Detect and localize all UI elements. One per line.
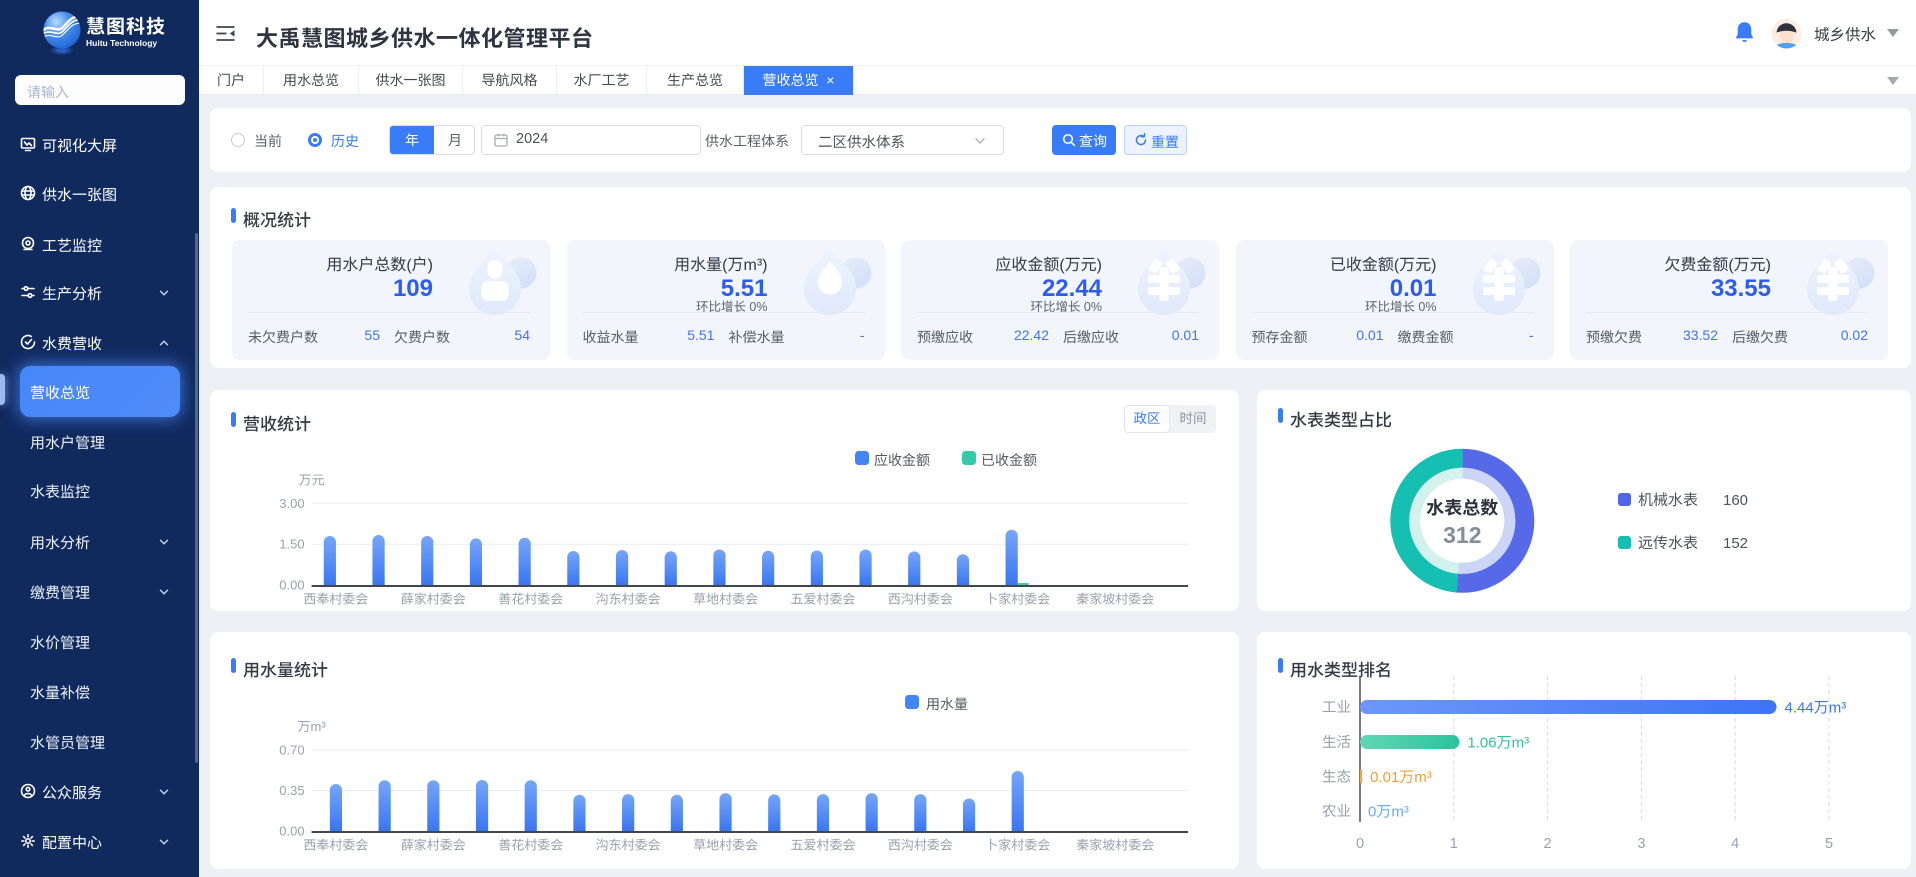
svg-text:薛家村委会: 薛家村委会	[401, 838, 466, 853]
svg-text:水表总数: 水表总数	[1426, 498, 1498, 518]
svg-text:远传水表: 远传水表	[1638, 535, 1698, 552]
svg-text:152: 152	[1723, 535, 1748, 552]
svg-text:草地村委会: 草地村委会	[693, 592, 758, 607]
svg-text:薛家村委会: 薛家村委会	[401, 592, 466, 607]
svg-text:西沟村委会: 西沟村委会	[888, 838, 953, 853]
svg-text:160: 160	[1723, 492, 1748, 509]
svg-text:西沟村委会: 西沟村委会	[888, 592, 953, 607]
svg-text:机械水表: 机械水表	[1638, 492, 1698, 509]
svg-text:善花村委会: 善花村委会	[498, 592, 563, 607]
svg-text:秦家坡村委会: 秦家坡村委会	[1076, 838, 1154, 853]
svg-text:万元: 万元	[299, 472, 325, 487]
svg-text:五爱村委会: 五爱村委会	[790, 592, 855, 607]
svg-text:0.35: 0.35	[279, 783, 304, 798]
svg-text:秦家坡村委会: 秦家坡村委会	[1076, 592, 1154, 607]
svg-text:工业: 工业	[1322, 700, 1351, 716]
svg-text:农业: 农业	[1322, 803, 1351, 820]
svg-text:3: 3	[1637, 836, 1645, 852]
svg-text:3.00: 3.00	[279, 496, 304, 511]
svg-text:1.50: 1.50	[279, 537, 304, 552]
svg-text:万m³: 万m³	[298, 719, 327, 734]
svg-text:生活: 生活	[1322, 734, 1351, 751]
svg-text:0.70: 0.70	[279, 743, 304, 758]
svg-text:0.01万m³: 0.01万m³	[1370, 769, 1432, 786]
svg-text:2: 2	[1544, 836, 1552, 852]
svg-text:西奉村委会: 西奉村委会	[303, 592, 368, 607]
svg-text:西奉村委会: 西奉村委会	[303, 838, 368, 853]
svg-text:5: 5	[1825, 836, 1833, 852]
svg-text:0.00: 0.00	[279, 824, 304, 839]
svg-text:1: 1	[1450, 836, 1458, 852]
svg-text:沟东村委会: 沟东村委会	[596, 592, 661, 607]
svg-text:沟东村委会: 沟东村委会	[596, 838, 661, 853]
svg-text:生态: 生态	[1322, 769, 1351, 786]
svg-text:草地村委会: 草地村委会	[693, 838, 758, 853]
svg-text:1.06万m³: 1.06万m³	[1467, 735, 1529, 752]
svg-text:4.44万m³: 4.44万m³	[1785, 700, 1847, 717]
svg-text:0: 0	[1356, 836, 1364, 852]
svg-text:4: 4	[1731, 836, 1739, 852]
svg-text:卜家村委会: 卜家村委会	[985, 592, 1050, 607]
svg-text:五爱村委会: 五爱村委会	[790, 838, 855, 853]
svg-text:0万m³: 0万m³	[1368, 804, 1409, 821]
svg-text:卜家村委会: 卜家村委会	[985, 838, 1050, 853]
svg-text:善花村委会: 善花村委会	[498, 838, 563, 853]
svg-text:0.00: 0.00	[279, 578, 304, 593]
svg-text:312: 312	[1443, 522, 1481, 548]
